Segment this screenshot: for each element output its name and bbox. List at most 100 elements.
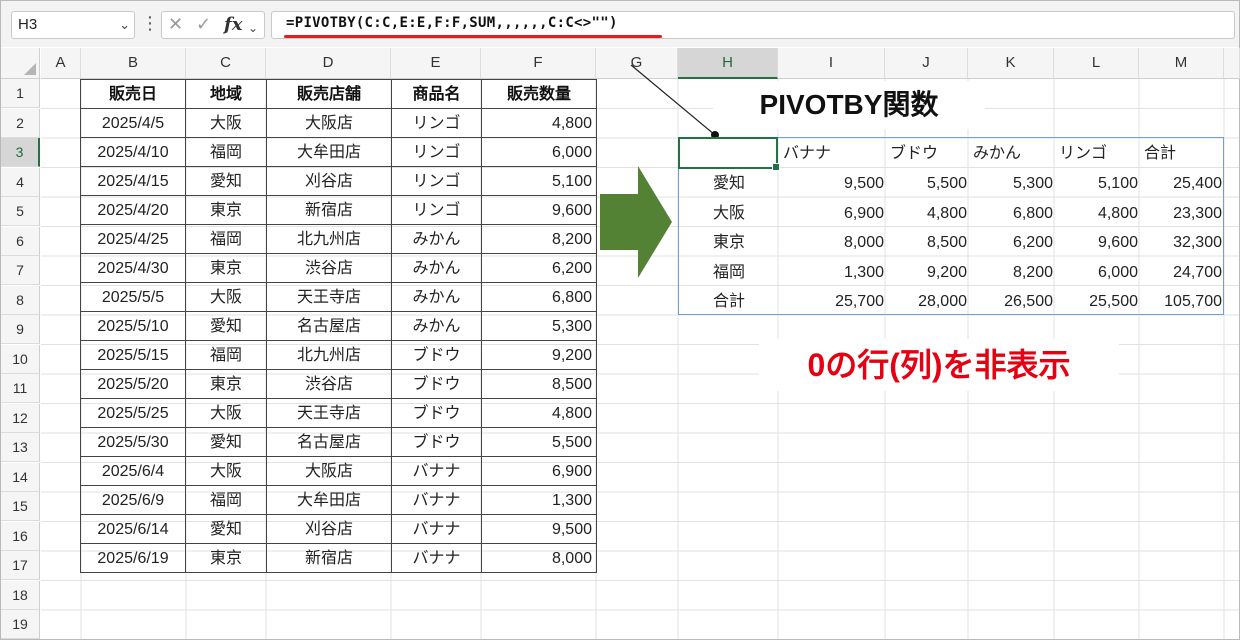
row-header-6[interactable]: 6 [1, 226, 40, 256]
pivot-row-label[interactable]: 愛知 [679, 169, 779, 198]
row-header-1[interactable]: 1 [1, 79, 40, 108]
column-header-e[interactable]: E [391, 48, 481, 79]
cell-product[interactable]: リンゴ [391, 195, 482, 225]
row-header-14[interactable]: 14 [1, 462, 40, 492]
pivot-header-cell[interactable]: リンゴ [1055, 139, 1140, 168]
cell-quantity[interactable]: 8,500 [481, 369, 597, 399]
cell-product[interactable]: ブドウ [391, 398, 482, 428]
pivot-value-cell[interactable]: 5,500 [886, 169, 969, 198]
cell-store[interactable]: 渋谷店 [266, 253, 392, 283]
column-header-c[interactable]: C [186, 48, 266, 79]
row-header-13[interactable]: 13 [1, 433, 40, 462]
column-header-d[interactable]: D [266, 48, 391, 79]
row-header-3[interactable]: 3 [1, 138, 40, 167]
cell-region[interactable]: 福岡 [185, 137, 267, 167]
cell-region[interactable]: 大阪 [185, 108, 267, 138]
pivot-value-cell[interactable]: 25,500 [1055, 287, 1140, 316]
cell-product[interactable]: リンゴ [391, 137, 482, 167]
chevron-down-icon[interactable]: ⌄ [119, 12, 130, 38]
column-header-a[interactable]: A [41, 48, 81, 79]
pivot-row-label[interactable]: 東京 [679, 228, 779, 257]
cell-quantity[interactable]: 9,600 [481, 195, 597, 225]
more-options-icon[interactable]: ⋮ [141, 13, 159, 35]
cell-product[interactable]: バナナ [391, 543, 482, 573]
cell-region[interactable]: 東京 [185, 543, 267, 573]
cell-quantity[interactable]: 8,000 [481, 543, 597, 573]
pivot-value-cell[interactable]: 6,200 [969, 228, 1055, 257]
cell-quantity[interactable]: 8,200 [481, 224, 597, 254]
pivot-header-cell[interactable]: 合計 [1140, 139, 1224, 168]
cell-store[interactable]: 新宿店 [266, 195, 392, 225]
cell-store[interactable]: 大牟田店 [266, 137, 392, 167]
pivot-value-cell[interactable]: 25,700 [779, 287, 886, 316]
cancel-icon[interactable]: ✕ [168, 14, 183, 36]
fill-handle[interactable] [772, 163, 780, 171]
header-region[interactable]: 地域 [185, 79, 267, 109]
pivot-value-cell[interactable]: 26,500 [969, 287, 1055, 316]
cell-quantity[interactable]: 6,000 [481, 137, 597, 167]
pivot-value-cell[interactable]: 6,000 [1055, 258, 1140, 287]
cell-date[interactable]: 2025/5/20 [80, 369, 186, 399]
pivot-value-cell[interactable]: 9,200 [886, 258, 969, 287]
row-header-2[interactable]: 2 [1, 108, 40, 138]
column-header-l[interactable]: L [1054, 48, 1139, 79]
cell-date[interactable]: 2025/5/5 [80, 282, 186, 312]
header-product[interactable]: 商品名 [391, 79, 482, 109]
cell-region[interactable]: 東京 [185, 369, 267, 399]
pivot-value-cell[interactable]: 4,800 [1055, 199, 1140, 228]
column-header-m[interactable]: M [1139, 48, 1224, 79]
row-header-12[interactable]: 12 [1, 403, 40, 433]
cell-date[interactable]: 2025/5/25 [80, 398, 186, 428]
header-store[interactable]: 販売店舗 [266, 79, 392, 109]
cell-quantity[interactable]: 5,100 [481, 166, 597, 196]
cell-date[interactable]: 2025/6/19 [80, 543, 186, 573]
row-header-5[interactable]: 5 [1, 197, 40, 226]
pivot-value-cell[interactable]: 105,700 [1140, 287, 1224, 316]
cell-date[interactable]: 2025/4/10 [80, 137, 186, 167]
cell-date[interactable]: 2025/4/5 [80, 108, 186, 138]
cell-product[interactable]: リンゴ [391, 166, 482, 196]
cell-product[interactable]: みかん [391, 224, 482, 254]
cell-date[interactable]: 2025/6/4 [80, 456, 186, 486]
row-header-4[interactable]: 4 [1, 167, 40, 197]
cell-product[interactable]: バナナ [391, 514, 482, 544]
cell-date[interactable]: 2025/6/14 [80, 514, 186, 544]
cell-quantity[interactable]: 4,800 [481, 398, 597, 428]
cell-store[interactable]: 刈谷店 [266, 514, 392, 544]
pivot-value-cell[interactable]: 5,100 [1055, 169, 1140, 198]
pivot-value-cell[interactable]: 1,300 [779, 258, 886, 287]
pivot-value-cell[interactable]: 24,700 [1140, 258, 1224, 287]
cell-region[interactable]: 愛知 [185, 166, 267, 196]
cell-store[interactable]: 渋谷店 [266, 369, 392, 399]
cell-store[interactable]: 刈谷店 [266, 166, 392, 196]
pivot-header-cell[interactable]: みかん [969, 139, 1055, 168]
row-header-9[interactable]: 9 [1, 315, 40, 344]
cell-region[interactable]: 東京 [185, 253, 267, 283]
pivot-value-cell[interactable]: 5,300 [969, 169, 1055, 198]
pivot-value-cell[interactable]: 6,800 [969, 199, 1055, 228]
cell-product[interactable]: ブドウ [391, 427, 482, 457]
cell-date[interactable]: 2025/5/10 [80, 311, 186, 341]
pivot-value-cell[interactable]: 6,900 [779, 199, 886, 228]
cell-region[interactable]: 大阪 [185, 456, 267, 486]
row-header-8[interactable]: 8 [1, 285, 40, 315]
active-cell-selection[interactable] [678, 137, 780, 171]
name-box[interactable]: H3 ⌄ [11, 11, 135, 39]
cell-product[interactable]: バナナ [391, 456, 482, 486]
cell-region[interactable]: 大阪 [185, 398, 267, 428]
cell-quantity[interactable]: 6,800 [481, 282, 597, 312]
pivot-value-cell[interactable]: 4,800 [886, 199, 969, 228]
cell-region[interactable]: 愛知 [185, 311, 267, 341]
column-header-j[interactable]: J [885, 48, 968, 79]
cell-quantity[interactable]: 5,300 [481, 311, 597, 341]
cell-quantity[interactable]: 5,500 [481, 427, 597, 457]
cell-region[interactable]: 愛知 [185, 514, 267, 544]
cell-date[interactable]: 2025/5/15 [80, 340, 186, 370]
insert-function-icon[interactable]: fx [224, 14, 242, 36]
pivot-value-cell[interactable]: 9,600 [1055, 228, 1140, 257]
cell-region[interactable]: 福岡 [185, 224, 267, 254]
row-header-11[interactable]: 11 [1, 374, 40, 403]
cell-quantity[interactable]: 4,800 [481, 108, 597, 138]
cell-date[interactable]: 2025/5/30 [80, 427, 186, 457]
cell-date[interactable]: 2025/4/30 [80, 253, 186, 283]
